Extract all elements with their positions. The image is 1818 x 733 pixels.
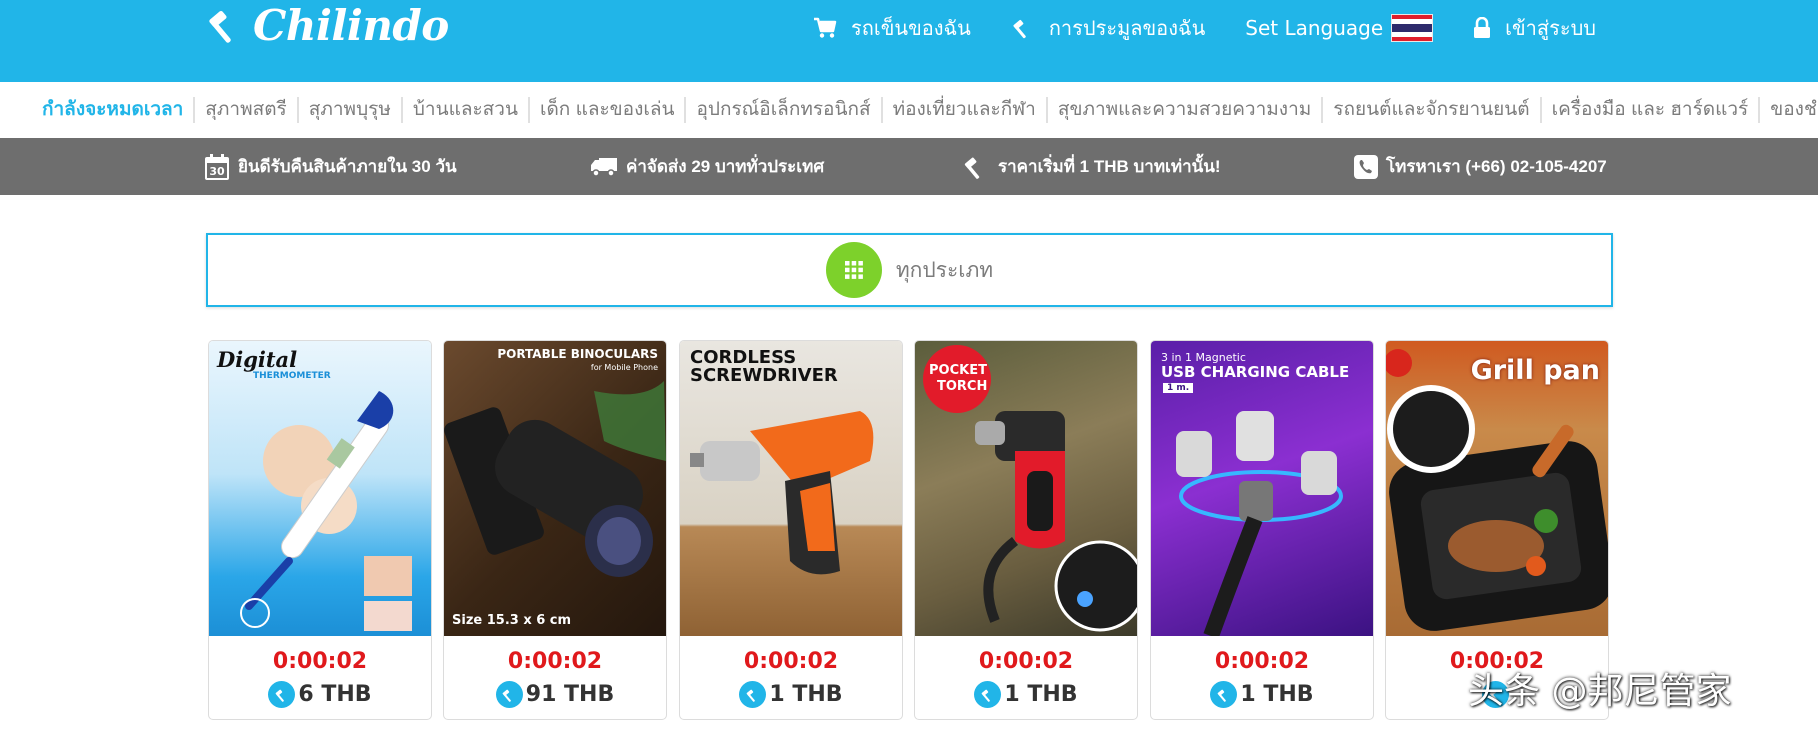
gavel-icon [1210, 681, 1238, 708]
grid-icon [825, 242, 882, 298]
shipping-info: ค่าจัดส่ง 29 บาททั่วประเทศ [590, 138, 824, 195]
price-value: 6 THB [298, 682, 372, 707]
set-language-label: Set Language [1245, 16, 1384, 40]
current-price: 1 THB [680, 681, 902, 708]
category-groceries[interactable]: ของชำ [1758, 97, 1818, 123]
login-label: เข้าสู่ระบบ [1505, 16, 1596, 40]
category-women[interactable]: สุภาพสตรี [193, 97, 296, 123]
calendar-icon: 30 [205, 153, 229, 180]
category-home-garden[interactable]: บ้านและสวน [400, 97, 528, 123]
product-card[interactable]: Digital THERMOMETER 0:00:02 6 THB [208, 340, 432, 720]
product-image: CORDLESS SCREWDRIVER [680, 341, 902, 636]
cart-link[interactable]: รถเข็นของฉัน [813, 12, 971, 44]
product-card[interactable]: POCKET TORCH 0:00:02 1 THB [914, 340, 1138, 720]
gavel-icon [739, 681, 767, 708]
current-price: 91 THB [444, 681, 666, 708]
cart-label: รถเข็นของฉัน [851, 16, 971, 40]
image-caption: THERMOMETER [253, 371, 331, 381]
current-price: 1 THB [915, 681, 1137, 708]
current-price: 1 THB [1151, 681, 1373, 708]
top-bar: Chilindo รถเข็นของฉัน การประมูลของฉัน Se… [0, 0, 1818, 82]
cable-illustration [1176, 411, 1343, 636]
countdown-timer: 0:00:02 [507, 649, 603, 674]
product-image: 3 in 1 Magnetic USB CHARGING CABLE 1 m. [1151, 341, 1373, 636]
calendar-day: 30 [209, 165, 225, 178]
phone-text: โทรหาเรา (+66) 02-105-4207 [1386, 157, 1607, 176]
brand-logo[interactable]: Chilindo [205, 0, 449, 50]
countdown-timer: 0:00:02 [272, 649, 368, 674]
image-caption: USB CHARGING CABLE [1161, 363, 1350, 381]
truck-icon [591, 157, 617, 177]
category-health-beauty[interactable]: สุขภาพและความสวยความงาม [1045, 97, 1321, 123]
product-image: Digital THERMOMETER [209, 341, 431, 636]
returns-info: 30 ยินดีรับคืนสินค้าภายใน 30 วัน [204, 138, 457, 195]
category-kids-toys[interactable]: เด็ก และของเล่น [527, 97, 685, 123]
binocular-illustration [444, 381, 666, 577]
gavel-icon [974, 681, 1002, 708]
category-automotive[interactable]: รถยนต์และจักรยานยนต์ [1321, 97, 1539, 123]
set-language-button[interactable]: Set Language [1245, 14, 1434, 42]
product-card[interactable]: 3 in 1 Magnetic USB CHARGING CABLE 1 m. … [1150, 340, 1374, 720]
category-travel-sports[interactable]: ท่องเที่ยวและกีฬา [880, 97, 1046, 123]
top-navigation: รถเข็นของฉัน การประมูลของฉัน Set Languag… [773, 10, 1596, 46]
watermark: 头条 @邦尼管家 [1468, 671, 1732, 712]
countdown-timer: 0:00:02 [1214, 649, 1310, 674]
image-caption: POCKET [929, 363, 987, 378]
gavel-icon [495, 681, 523, 708]
countdown-timer: 0:00:02 [743, 649, 839, 674]
shipping-text: ค่าจัดส่ง 29 บาททั่วประเทศ [626, 157, 825, 176]
gavel-logo-icon [209, 10, 231, 43]
product-card[interactable]: PORTABLE BINOCULARS for Mobile Phone Siz… [443, 340, 667, 720]
countdown-timer: 0:00:02 [978, 649, 1074, 674]
thermometer-illustration [240, 391, 412, 631]
price-text: ราคาเริ่มที่ 1 THB บาทเท่านั้น! [998, 157, 1221, 176]
gavel-icon [1013, 19, 1026, 39]
category-men[interactable]: สุภาพบุรุษ [296, 97, 401, 123]
cart-icon [814, 17, 837, 38]
product-image: Grill pan [1386, 341, 1608, 636]
price-value: 91 THB [525, 682, 615, 707]
image-caption: PORTABLE BINOCULARS [497, 347, 658, 361]
brand-name: Chilindo [253, 0, 449, 50]
category-nav: กำลังจะหมดเวลา สุภาพสตรี สุภาพบุรุษ บ้าน… [0, 82, 1818, 138]
price-value: 1 THB [1004, 682, 1078, 707]
image-caption: Digital [217, 347, 298, 372]
image-caption: Grill pan [1470, 355, 1600, 386]
product-image: PORTABLE BINOCULARS for Mobile Phone Siz… [444, 341, 666, 636]
product-image: POCKET TORCH [915, 341, 1137, 636]
price-value: 1 THB [769, 682, 843, 707]
all-categories-selector[interactable]: ทุกประเภท [206, 233, 1613, 307]
category-tools-hardware[interactable]: เครื่องมือ และ ฮาร์ดแวร์ [1539, 97, 1759, 123]
thai-flag-icon [1391, 14, 1434, 42]
price-value: 1 THB [1240, 682, 1314, 707]
login-link[interactable]: เข้าสู่ระบบ [1473, 12, 1596, 44]
lock-icon [1474, 17, 1491, 38]
gavel-icon [964, 157, 980, 179]
my-auctions-link[interactable]: การประมูลของฉัน [1011, 12, 1205, 44]
screwdriver-illustration [690, 411, 874, 575]
image-caption: 1 m. [1163, 383, 1194, 393]
my-auctions-label: การประมูลของฉัน [1048, 16, 1206, 40]
image-caption: SCREWDRIVER [690, 365, 838, 386]
current-price: 6 THB [209, 681, 431, 708]
category-ending-soon[interactable]: กำลังจะหมดเวลา [38, 97, 193, 123]
returns-text: ยินดีรับคืนสินค้าภายใน 30 วัน [238, 157, 457, 176]
phone-info: โทรหาเรา (+66) 02-105-4207 [1354, 138, 1607, 195]
product-card[interactable]: CORDLESS SCREWDRIVER 0:00:02 1 THB [679, 340, 903, 720]
info-strip: 30 ยินดีรับคืนสินค้าภายใน 30 วัน ค่าจัดส… [0, 138, 1818, 195]
image-caption: TORCH [937, 379, 988, 394]
gavel-icon [268, 681, 296, 708]
all-categories-label: ทุกประเภท [895, 258, 994, 282]
category-electronics[interactable]: อุปกรณ์อิเล็กทรอนิกส์ [684, 97, 880, 123]
phone-icon [1354, 154, 1378, 179]
image-caption: Size 15.3 x 6 cm [452, 613, 572, 628]
price-info: ราคาเริ่มที่ 1 THB บาทเท่านั้น! [962, 138, 1221, 195]
